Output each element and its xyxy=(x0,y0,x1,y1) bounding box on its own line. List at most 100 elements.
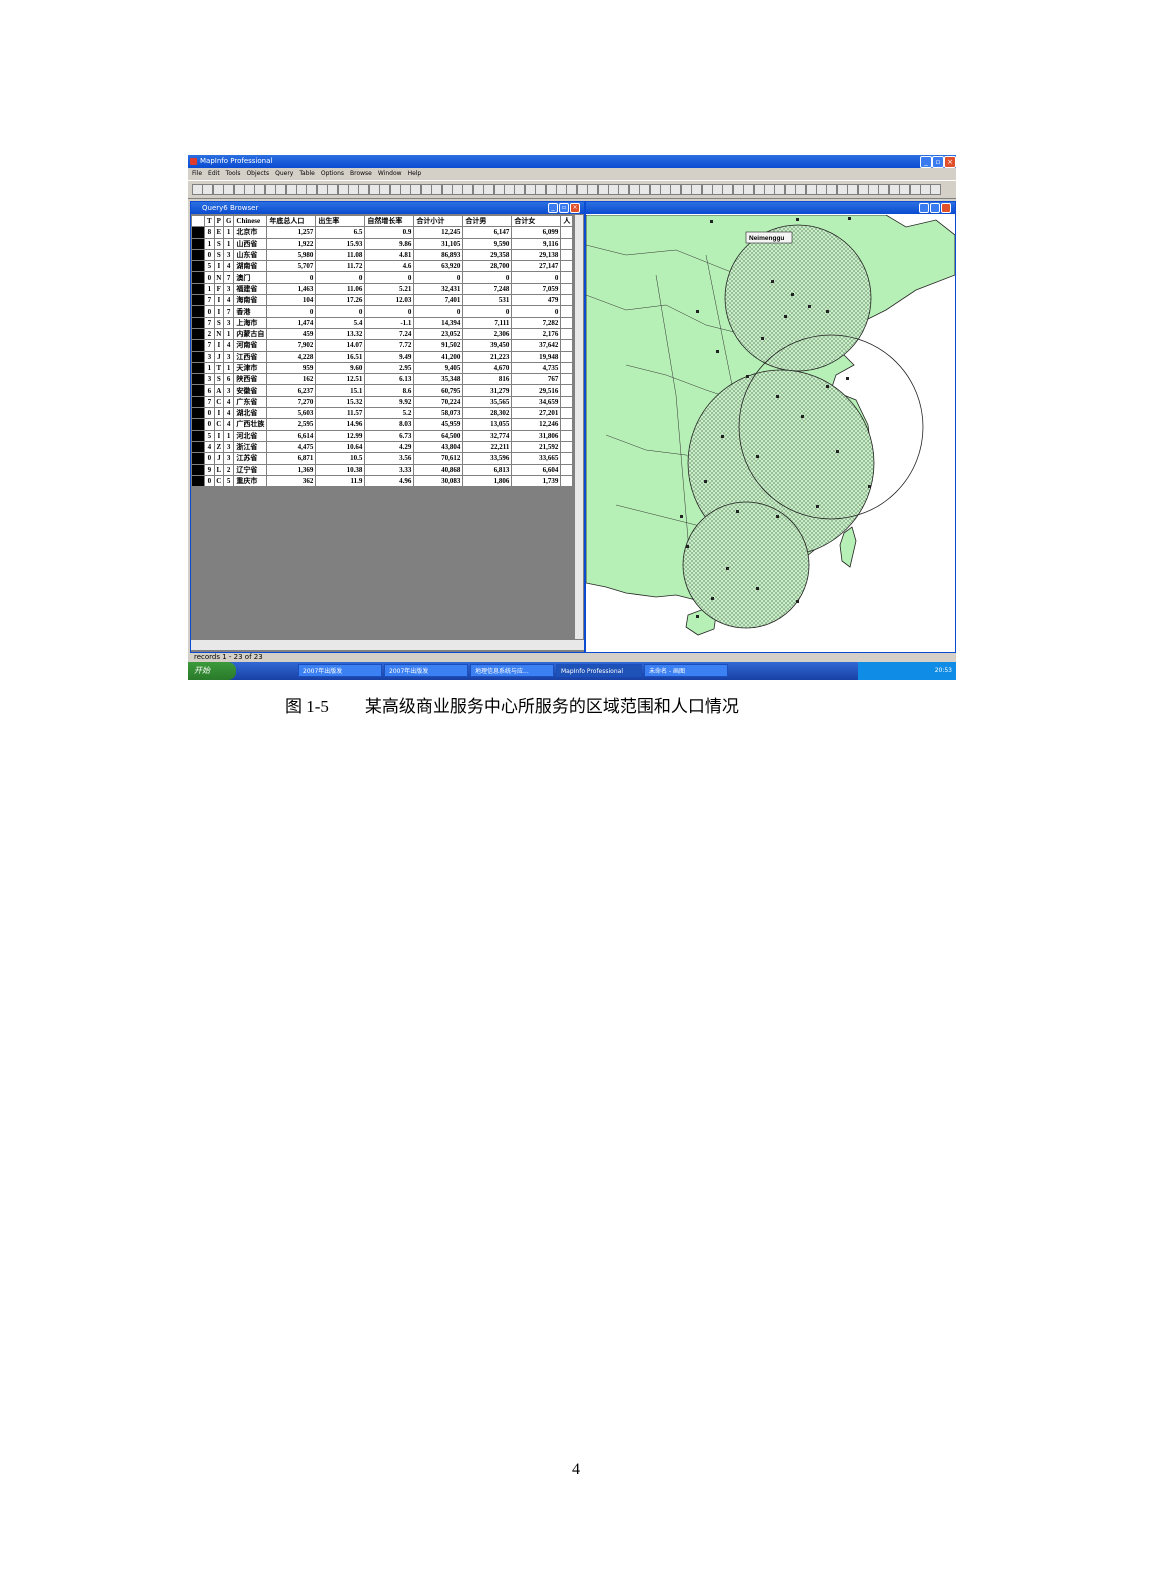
toolbar-tool-icon[interactable] xyxy=(618,184,630,195)
toolbar-tool-icon[interactable] xyxy=(816,184,827,195)
toolbar-tool-icon[interactable] xyxy=(244,184,255,195)
table-row[interactable]: 8 E 1 北京市 1,257 6.5 0.9 12,245 6,147 6,099 xyxy=(191,226,574,239)
table-row[interactable]: 6 A 3 安徽省 6,237 15.1 8.6 60,795 31,279 29,516 xyxy=(191,384,574,397)
toolbar-tool-icon[interactable] xyxy=(857,184,869,195)
column-header[interactable]: G xyxy=(222,214,235,228)
row-select-box[interactable] xyxy=(191,294,205,307)
map-canvas[interactable]: Neimenggu xyxy=(586,215,955,652)
toolbar-tool-icon[interactable] xyxy=(670,184,682,195)
column-header[interactable]: 人 xyxy=(560,214,574,228)
row-select-box[interactable] xyxy=(191,237,205,250)
toolbar-tool-icon[interactable] xyxy=(878,184,890,195)
toolbar-tool-icon[interactable] xyxy=(639,184,651,195)
map-window[interactable]: Neimenggu xyxy=(585,201,956,653)
toolbar-tool-icon[interactable] xyxy=(431,184,443,195)
column-header[interactable]: 年底总人口 xyxy=(266,214,317,228)
taskbar-task-button[interactable]: 2007年出版发 xyxy=(298,664,382,677)
row-select-box[interactable] xyxy=(191,418,205,431)
table-row[interactable]: 1 S 1 山西省 1,922 15.93 9.86 31,105 9,590 9,116 xyxy=(191,237,574,250)
row-select-box[interactable] xyxy=(191,327,205,341)
toolbar-tool-icon[interactable] xyxy=(680,184,692,195)
toolbar-tool-icon[interactable] xyxy=(493,184,505,195)
row-select-box[interactable] xyxy=(191,260,205,273)
toolbar-tool-icon[interactable] xyxy=(888,184,900,195)
column-header[interactable]: Chinese xyxy=(233,214,268,228)
row-select-box[interactable] xyxy=(191,429,205,442)
row-select-box[interactable] xyxy=(191,305,205,318)
toolbar-tool-icon[interactable] xyxy=(400,184,411,195)
close-button[interactable]: × xyxy=(944,156,956,168)
toolbar-tool-icon[interactable] xyxy=(306,184,318,195)
toolbar-tool-icon[interactable] xyxy=(483,184,495,195)
menu-item-options[interactable]: Options xyxy=(321,170,344,177)
toolbar-tool-icon[interactable] xyxy=(660,184,671,195)
table-row[interactable]: 0 J 3 江苏省 6,871 10.5 3.56 70,612 33,596 33,665 xyxy=(191,452,574,465)
map-maximize-button[interactable] xyxy=(930,203,940,213)
toolbar-tool-icon[interactable] xyxy=(826,184,838,195)
menu-item-edit[interactable]: Edit xyxy=(208,170,220,177)
toolbar-tool-icon[interactable] xyxy=(743,184,755,195)
table-row[interactable]: 0 I 7 香港 0 0 0 0 0 0 xyxy=(191,305,574,318)
toolbar-tool-icon[interactable] xyxy=(441,184,453,195)
map-close-button[interactable] xyxy=(941,203,951,213)
toolbar-tool-icon[interactable] xyxy=(868,184,879,195)
row-select-box[interactable] xyxy=(191,282,205,296)
table-row[interactable]: 7 I 4 海南省 104 17.26 12.03 7,401 531 479 xyxy=(191,294,574,307)
toolbar-tool-icon[interactable] xyxy=(920,184,931,195)
row-select-box[interactable] xyxy=(191,452,205,465)
column-header[interactable]: 合计小计 xyxy=(413,214,464,228)
column-header[interactable]: 自然增长率 xyxy=(364,214,415,228)
table-row[interactable]: 0 S 3 山东省 5,980 11.08 4.81 86,893 29,358 29,138 xyxy=(191,248,574,262)
toolbar-tool-icon[interactable] xyxy=(316,184,328,195)
toolbar-tool-icon[interactable] xyxy=(348,184,359,195)
column-header[interactable]: P xyxy=(213,214,224,228)
toolbar-tool-icon[interactable] xyxy=(597,184,609,195)
toolbar-tool-icon[interactable] xyxy=(899,184,911,195)
table-row[interactable]: 0 C 4 广西壮族 2,595 14.96 8.03 45,959 13,055 12,246 xyxy=(191,418,574,431)
table-row[interactable]: 0 I 4 湖北省 5,603 11.57 5.2 58,073 28,302 27,201 xyxy=(191,407,574,420)
minimize-button[interactable]: _ xyxy=(920,156,932,168)
menu-item-file[interactable]: File xyxy=(192,170,202,177)
toolbar-tool-icon[interactable] xyxy=(264,184,276,195)
row-select-box[interactable] xyxy=(191,395,205,409)
toolbar-tool-icon[interactable] xyxy=(514,184,526,195)
table-row[interactable]: 7 I 4 河南省 7,902 14.07 7.72 91,502 39,450 37,642 xyxy=(191,339,574,352)
toolbar-tool-icon[interactable] xyxy=(202,184,214,195)
toolbar-tool-icon[interactable] xyxy=(452,184,463,195)
toolbar-tool-icon[interactable] xyxy=(223,184,235,195)
vertical-scrollbar[interactable] xyxy=(575,215,583,639)
table-row[interactable]: 4 Z 3 浙江省 4,475 10.64 4.29 43,804 22,211 21,592 xyxy=(191,440,574,454)
toolbar-tool-icon[interactable] xyxy=(192,184,203,195)
row-select-box[interactable] xyxy=(191,373,205,386)
row-select-box[interactable] xyxy=(191,463,205,476)
menu-item-help[interactable]: Help xyxy=(408,170,422,177)
column-header[interactable]: 出生率 xyxy=(315,214,366,228)
column-header[interactable]: T xyxy=(204,214,215,228)
toolbar-tool-icon[interactable] xyxy=(410,184,422,195)
browser-minimize-button[interactable]: _ xyxy=(548,203,558,213)
toolbar-tool-icon[interactable] xyxy=(420,184,432,195)
table-row[interactable]: 0 N 7 澳门 0 0 0 0 0 0 xyxy=(191,271,574,284)
menu-item-window[interactable]: Window xyxy=(378,170,402,177)
taskbar-task-button[interactable]: 2007年出版发 xyxy=(384,664,468,677)
menu-item-table[interactable]: Table xyxy=(299,170,315,177)
toolbar-tool-icon[interactable] xyxy=(389,184,401,195)
table-row[interactable]: 3 S 6 陕西省 162 12.51 6.13 35,348 816 767 xyxy=(191,373,574,386)
table-row[interactable]: 7 C 4 广东省 7,270 15.32 9.92 70,224 35,565 34,659 xyxy=(191,395,574,409)
toolbar-tool-icon[interactable] xyxy=(909,184,921,195)
toolbar-tool-icon[interactable] xyxy=(337,184,349,195)
toolbar-tool-icon[interactable] xyxy=(368,184,380,195)
toolbar-tool-icon[interactable] xyxy=(576,184,588,195)
toolbar-tool-icon[interactable] xyxy=(649,184,661,195)
table-row[interactable]: 3 J 3 江西省 4,228 16.51 9.49 41,200 21,223 19,948 xyxy=(191,350,574,363)
column-header[interactable]: 合计女 xyxy=(511,214,562,228)
toolbar-tool-icon[interactable] xyxy=(556,184,567,195)
table-row[interactable]: 1 F 3 福建省 1,463 11.06 5.21 32,431 7,248 7,059 xyxy=(191,282,574,296)
table-row[interactable]: 7 S 3 上海市 1,474 5.4 -1.1 14,394 7,111 7,282 xyxy=(191,316,574,329)
table-row[interactable]: 9 L 2 辽宁省 1,369 10.38 3.33 40,868 6,813 6,604 xyxy=(191,463,574,476)
row-select-box[interactable] xyxy=(191,350,205,363)
row-select-box[interactable] xyxy=(191,339,205,352)
horizontal-scrollbar[interactable] xyxy=(191,639,584,650)
toolbar-tool-icon[interactable] xyxy=(524,184,536,195)
toolbar-tool-icon[interactable] xyxy=(285,184,297,195)
